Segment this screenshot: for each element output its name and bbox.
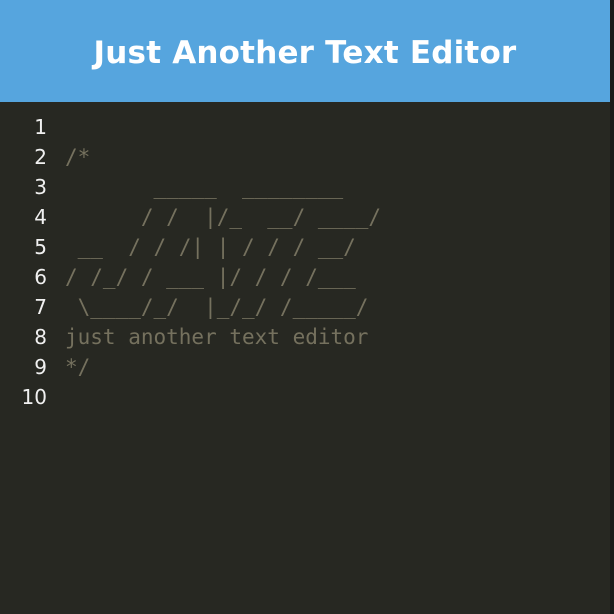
line-number: 10: [21, 385, 47, 409]
line-number: 4: [34, 205, 47, 229]
line-text[interactable]: */: [65, 352, 90, 382]
app-title: Just Another Text Editor: [93, 35, 517, 71]
editor-line[interactable]: 8 just another text editor: [0, 322, 610, 352]
line-text[interactable]: / /_/ / ___ |/ / / /___: [65, 262, 356, 292]
line-number: 1: [34, 115, 47, 139]
line-text[interactable]: /*: [65, 142, 90, 172]
window-edge: [610, 0, 614, 614]
line-number: 2: [34, 145, 47, 169]
editor-line[interactable]: 10: [0, 382, 610, 412]
line-number: 8: [34, 325, 47, 349]
line-text[interactable]: _____ ________: [65, 172, 344, 202]
editor-line[interactable]: 2 /*: [0, 142, 610, 172]
line-number: 9: [34, 355, 47, 379]
line-number: 5: [34, 235, 47, 259]
line-number: 7: [34, 295, 47, 319]
line-number: 6: [34, 265, 47, 289]
editor-line[interactable]: 1: [0, 112, 610, 142]
editor-line[interactable]: 4 / / |/_ __/ ____/: [0, 202, 610, 232]
editor-line[interactable]: 5 __ / / /| | / / / __/: [0, 232, 610, 262]
line-text[interactable]: \____/_/ |_/_/ /_____/: [65, 292, 369, 322]
line-text[interactable]: __ / / /| | / / / __/: [65, 232, 356, 262]
line-text[interactable]: just another text editor: [65, 322, 368, 352]
app-window: Just Another Text Editor 1 2 /* 3 _____ …: [0, 0, 614, 614]
line-number: 3: [34, 175, 47, 199]
line-text[interactable]: / / |/_ __/ ____/: [65, 202, 381, 232]
editor-line[interactable]: 3 _____ ________: [0, 172, 610, 202]
editor-line[interactable]: 6 / /_/ / ___ |/ / / /___: [0, 262, 610, 292]
app-header: Just Another Text Editor: [0, 0, 610, 102]
editor-line[interactable]: 7 \____/_/ |_/_/ /_____/: [0, 292, 610, 322]
code-editor[interactable]: 1 2 /* 3 _____ ________ 4 / / |/_ __/ __…: [0, 112, 610, 614]
editor-line[interactable]: 9 */: [0, 352, 610, 382]
